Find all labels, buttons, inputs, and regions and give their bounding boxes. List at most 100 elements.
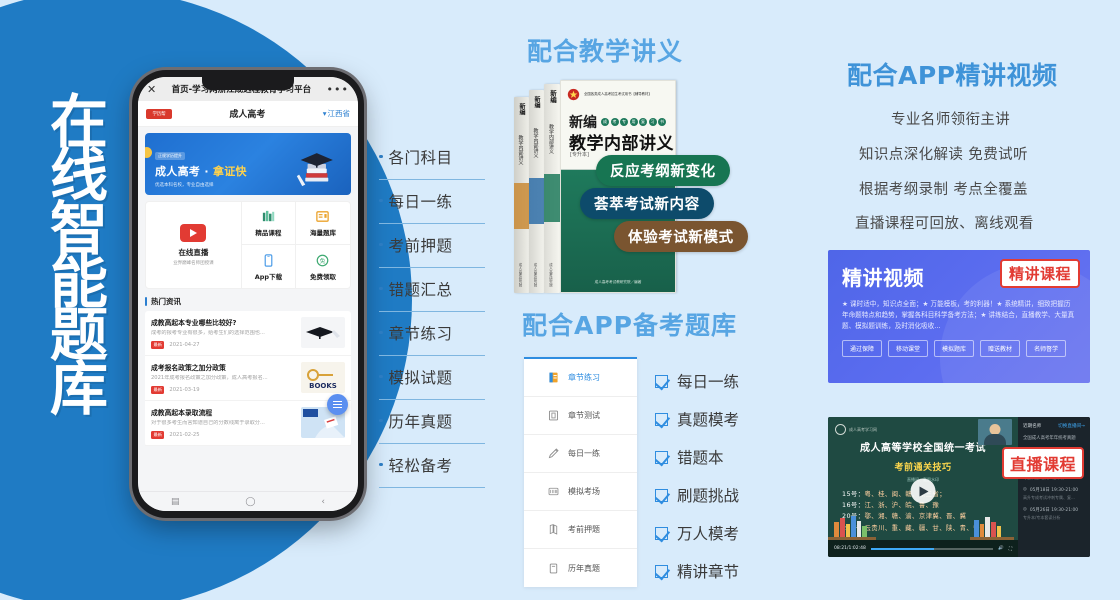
sidebar-item[interactable]: 全国成人高考年年统考真题	[1023, 435, 1085, 441]
feature-grid: 在线直播 业界巅峰名师团授课 精品课程 海量题库 App下载 免 免费领取	[145, 201, 351, 289]
check-icon	[655, 450, 668, 464]
schedule-num: 15号：	[842, 490, 865, 498]
sidebar-item-time: ◎ 05月26日 19:30-21:00	[1023, 507, 1079, 513]
video-play-icon	[180, 224, 207, 242]
menu-item-daily-practice[interactable]: 每日一练	[524, 435, 637, 473]
app-menu-panel: 章节练习 章节测试 每日一练 模拟考场 考前押题 历年真题	[524, 357, 637, 587]
back-icon[interactable]: ‹	[321, 497, 325, 507]
menu-item-chapter-test[interactable]: 章节测试	[524, 397, 637, 435]
status-badge: 最新	[151, 386, 165, 395]
mobile-phone-icon	[261, 253, 276, 268]
menu-item-mock-exam[interactable]: 模拟考场	[524, 473, 637, 511]
video-feature-line: 直播课程可回放、离线观看	[855, 216, 1034, 232]
list-item: 轻松备考	[379, 444, 485, 488]
news-title: 成教高起本专业哪些比较好?	[151, 319, 237, 327]
course-tag[interactable]: 通过保障	[842, 339, 883, 357]
close-icon[interactable]: ✕	[147, 84, 156, 95]
svg-text:免: 免	[320, 256, 326, 264]
grid-live-title: 在线直播	[178, 248, 209, 257]
menu-item-pre-exam[interactable]: 考前押题	[524, 511, 637, 549]
fullscreen-icon[interactable]: ⛶	[1009, 546, 1012, 552]
list-item[interactable]: 成教高起本录取流程 对于很多考生而言知道自己的分数线离于录取分... 最新 20…	[145, 401, 351, 447]
course-card[interactable]: 精讲视频 精讲课程 ★ 课时适中，知识点全面；★ 万能模板，考的利器！★ 系统精…	[828, 250, 1090, 383]
bullet-dot-icon	[379, 374, 383, 379]
feature-label: 轻松备考	[388, 456, 453, 475]
live-logo-text: 成人高考学习网	[849, 426, 877, 432]
menu-item-label: 每日一练	[568, 449, 600, 458]
course-card-body: ★ 课时适中，知识点全面；★ 万能模板，考的利器！★ 系统精讲，细致把握历年命题…	[842, 300, 1075, 330]
list-item: 考前押题	[379, 224, 485, 268]
grid-cell-courses[interactable]: 精品课程	[241, 202, 296, 245]
cover-sub-badge: 成 考 专 用 复 习 书	[601, 118, 666, 126]
sidebar-item[interactable]: ◎ 05月18日 19:30-21:00 高升专成考试冲刺专属、复...	[1023, 487, 1085, 501]
news-desc: 2021年成考报名政策之加分政策，成人高考报名...	[151, 375, 268, 382]
grid-cell-label: App下载	[254, 272, 283, 281]
bullet-dot-icon	[379, 198, 383, 203]
app-logo: 学历帮	[146, 108, 172, 119]
schedule-num: 16号：	[842, 501, 865, 510]
play-icon[interactable]	[910, 478, 936, 504]
grid-right-cells: 精品课程 海量题库 App下载 免 免费领取	[241, 202, 350, 288]
phone-screen: ✕ 首页-学习网浙江成远程教育学习平台 ••• 学历帮 成人高考 ▾ 江西省 正…	[138, 77, 358, 511]
cover-top-line: 全国各类成人高考招生考试用书【辅导教材】	[584, 92, 652, 97]
course-tag[interactable]: 名师督学	[1026, 339, 1067, 357]
book-stack-icon	[547, 523, 560, 536]
radio-icon: ◎	[1023, 487, 1027, 492]
menu-item-chapter-practice[interactable]: 章节练习	[524, 359, 637, 397]
grid-cell-qbank[interactable]: 海量题库	[295, 202, 350, 245]
feature-label: 每日一练	[388, 192, 453, 211]
logo-ring-icon	[835, 424, 846, 435]
grid-cell-free[interactable]: 免 免费领取	[296, 245, 350, 288]
page-title: 在 线 智 能 题 库	[40, 93, 118, 418]
phone-system-navbar: ▤ ◯ ‹	[138, 491, 358, 511]
sidebar-header-left: 近期名师	[1023, 424, 1042, 429]
menu-item-past-papers[interactable]: 历年真题	[524, 549, 637, 587]
grid-cell-label: 海量题库	[309, 229, 336, 237]
promo-banner[interactable]: 正规学历提升 成人高考 · 拿证快 优选本科名校，专业自由选择 正规学历，学信网…	[145, 133, 351, 195]
menu-fab-icon[interactable]	[327, 394, 348, 415]
live-course-stamp: 直播课程	[1001, 447, 1084, 479]
course-tag[interactable]: 赠送教材	[980, 339, 1021, 357]
check-label: 错题本	[677, 449, 724, 467]
feature-pill: 体验考试新模式	[614, 221, 748, 252]
grid-live-cell[interactable]: 在线直播 业界巅峰名师团授课	[146, 202, 242, 288]
list-item: 真题模考	[655, 400, 739, 438]
list-item[interactable]: 成教高起本专业哪些比较好? 成考的报考专业有很多，给考生们的选择范围也... 最…	[145, 311, 351, 357]
live-subtitle: 考前通关技巧	[894, 463, 952, 473]
sidebar-item[interactable]: ◎ 05月26日 19:30-21:00 专升本/专本套读分析	[1023, 507, 1085, 521]
sidebar-item-time: 全国成人高考年年统考真题	[1023, 436, 1076, 441]
radio-icon: ◎	[1023, 507, 1027, 512]
news-section-header: 热门资讯	[145, 296, 351, 307]
live-logo: 成人高考学习网	[835, 424, 877, 435]
location-label: 江西省	[327, 109, 351, 118]
grid-cell-app[interactable]: App下载	[242, 245, 296, 288]
home-icon[interactable]: ◯	[245, 497, 255, 507]
news-text: 成考报名政策之加分政策 2021年成考报名政策之加分政策，成人高考报名... 最…	[151, 362, 295, 395]
list-item[interactable]: 成考报名政策之加分政策 2021年成考报名政策之加分政策，成人高考报名... 最…	[145, 356, 351, 402]
live-course-card[interactable]: 成人高考学习网 成人高等学校全国统一考试 考前通关技巧 直播间、截图水印 15号…	[828, 417, 1090, 557]
course-tag[interactable]: 移动课堂	[888, 339, 929, 357]
menu-icon[interactable]: ▤	[171, 497, 180, 507]
video-time: 08:21/1:02:48	[834, 546, 866, 551]
video-section-title: 配合APP精讲视频	[847, 61, 1058, 90]
course-tag[interactable]: 模拟题库	[934, 339, 975, 357]
volume-icon[interactable]: 🔊	[998, 546, 1004, 551]
news-meta: 最新 2021-02-25	[151, 431, 295, 440]
sidebar-item-desc: 专升本/专本套读分析	[1023, 515, 1061, 520]
location-selector[interactable]: ▾ 江西省	[323, 108, 350, 119]
exam-room-icon	[547, 485, 560, 498]
video-feature-line: 知识点深化解读 免费试听	[859, 147, 1028, 163]
sidebar-header-right[interactable]: 切换直播间→	[1058, 423, 1085, 429]
news-desc: 成考的报考专业有很多，给考生们的选择范围也...	[151, 330, 265, 336]
progress-bar[interactable]	[870, 547, 994, 550]
video-controls[interactable]: 08:21/1:02:48 🔊 ⛶	[828, 540, 1018, 557]
list-item: 每日一练	[379, 180, 485, 224]
books-decoration	[828, 516, 1014, 540]
news-text: 成教高起本专业哪些比较好? 成考的报考专业有很多，给考生们的选择范围也... 最…	[151, 317, 295, 350]
news-desc: 对于很多考生而言知道自己的分数线离于录取分...	[151, 420, 265, 427]
list-item: 历年真题	[379, 400, 485, 444]
more-dots-icon[interactable]: •••	[327, 83, 349, 96]
qbank-section-title: 配合APP备考题库	[522, 311, 737, 340]
feature-label: 考前押题	[388, 236, 453, 255]
grid-live-subtitle: 业界巅峰名师团授课	[173, 261, 214, 266]
